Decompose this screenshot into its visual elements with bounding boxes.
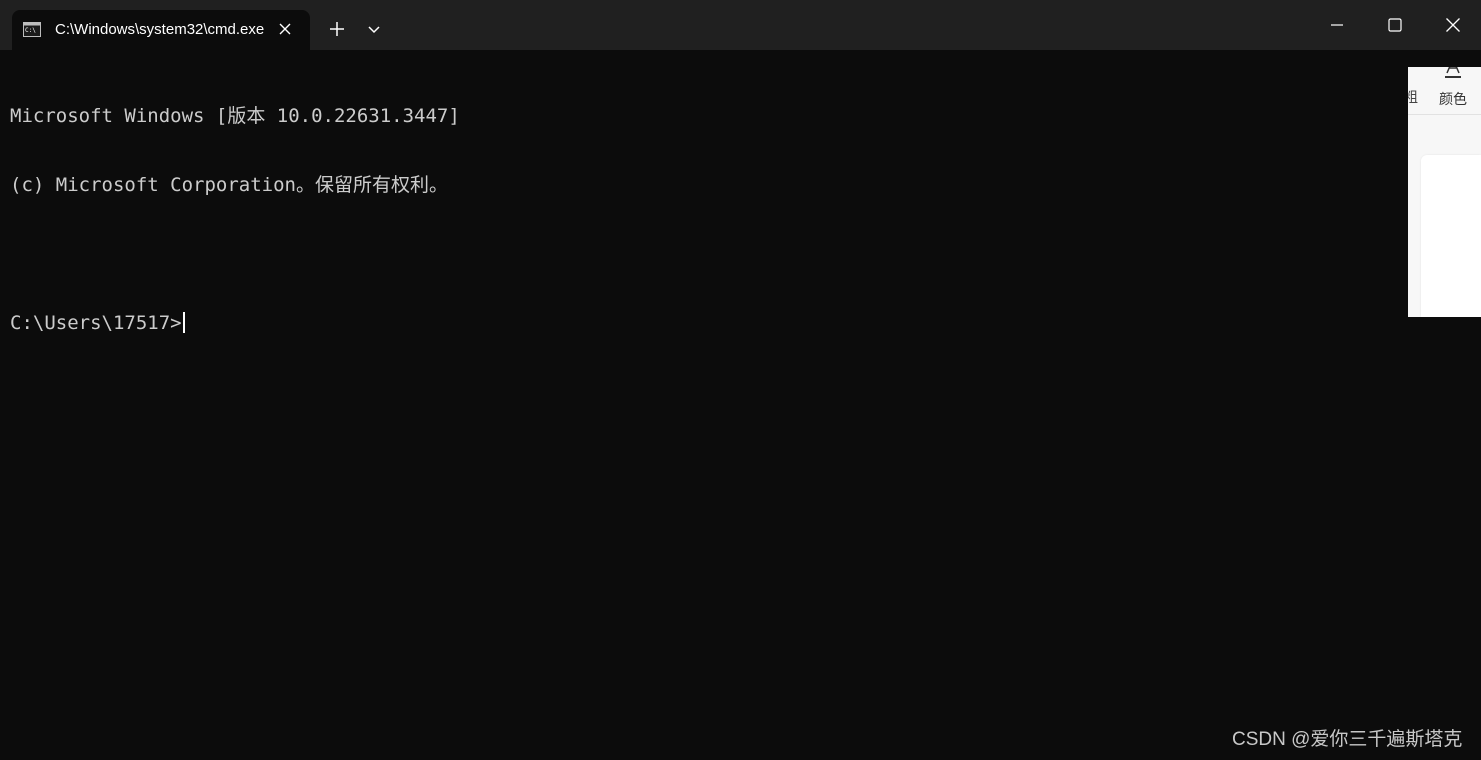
cmd-icon: C:\ (23, 22, 41, 37)
watermark: CSDN @爱你三千遍斯塔克 (1232, 729, 1463, 750)
tab-close-icon[interactable] (276, 20, 294, 38)
chevron-down-icon[interactable] (363, 18, 385, 40)
close-icon (1446, 18, 1460, 32)
close-button[interactable] (1424, 0, 1481, 50)
toolbar-partial-label: 粗 (1408, 89, 1418, 105)
side-panel-card (1421, 155, 1481, 317)
side-panel-toolbar: 粗 颜色 (1408, 67, 1481, 115)
minimize-button[interactable] (1308, 0, 1366, 50)
terminal-line-copyright: (c) Microsoft Corporation。保留所有权利。 (10, 174, 448, 196)
font-color-icon[interactable] (1444, 67, 1462, 81)
terminal-prompt: C:\Users\17517> (10, 312, 182, 334)
tab-title: C:\Windows\system32\cmd.exe (55, 21, 265, 38)
terminal-window: C:\ C:\Windows\system32\cmd.exe Microsof… (0, 0, 1481, 760)
terminal-prompt-line: C:\Users\17517> (10, 312, 1400, 335)
color-button-label[interactable]: 颜色 (1439, 89, 1467, 109)
maximize-icon (1388, 18, 1402, 32)
svg-text:C:\: C:\ (25, 27, 36, 34)
side-panel: 粗 颜色 (1408, 67, 1481, 317)
tab-bar: C:\ C:\Windows\system32\cmd.exe (0, 0, 1481, 50)
terminal-line-version: Microsoft Windows [版本 10.0.22631.3447] (10, 105, 460, 127)
minimize-icon (1331, 24, 1343, 26)
tab-cmd[interactable]: C:\ C:\Windows\system32\cmd.exe (12, 10, 310, 50)
plus-icon[interactable] (324, 16, 350, 42)
maximize-button[interactable] (1366, 0, 1424, 50)
terminal-output[interactable]: Microsoft Windows [版本 10.0.22631.3447] (… (10, 59, 1400, 381)
text-cursor (182, 312, 185, 333)
